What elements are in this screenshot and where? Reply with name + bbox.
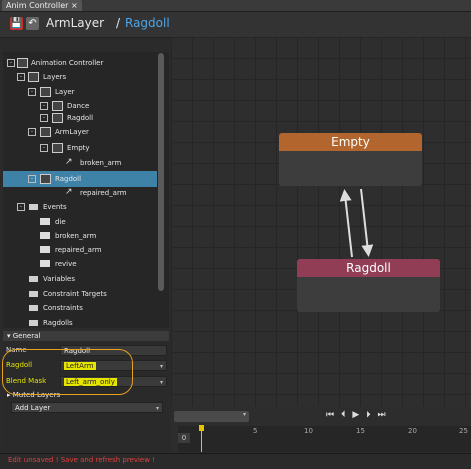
dropdown-arrow-icon: ▾	[159, 363, 163, 370]
event-icon	[40, 232, 50, 239]
tree-label: Constraints	[43, 304, 83, 312]
collapse-toggle-icon[interactable]: -	[7, 59, 15, 67]
transition-arrow-icon: ↗	[65, 187, 73, 197]
tick-label: 10	[304, 427, 313, 435]
transition-arrow-up[interactable]	[339, 189, 353, 258]
tab-bar: Anim Controller ×	[0, 0, 471, 12]
layers-icon	[28, 72, 39, 82]
collapse-toggle-icon[interactable]: -	[28, 88, 36, 96]
collapse-toggle-icon[interactable]: -	[28, 175, 36, 183]
event-icon	[40, 246, 50, 253]
collapse-toggle-icon[interactable]: -	[17, 203, 25, 211]
frame-start: 0	[178, 433, 190, 443]
collapse-toggle-icon[interactable]: -	[40, 114, 48, 122]
tree-label: revive	[55, 260, 77, 268]
tree-label: Empty	[67, 144, 90, 152]
tick-label: 25	[459, 427, 468, 435]
playhead[interactable]	[201, 426, 202, 452]
tree-item-armlayer[interactable]: - ArmLayer	[3, 124, 158, 140]
tick-label: 20	[408, 427, 417, 435]
collapse-arrow-icon: ▾	[7, 332, 11, 340]
collapse-toggle-icon[interactable]: -	[40, 144, 48, 152]
transition-arrow-icon: ↗	[65, 157, 73, 167]
layer-icon	[40, 127, 51, 137]
tree-scrollbar[interactable]	[158, 53, 164, 291]
folder-icon	[29, 320, 38, 326]
status-message: Edit unsaved ! Save and refresh preview …	[8, 456, 155, 464]
section-title: General	[12, 332, 41, 340]
hierarchy-tree: - Animation Controller - Layers - Layer …	[3, 52, 169, 328]
folder-icon	[29, 276, 38, 282]
highlight-annotation	[2, 349, 133, 395]
transition-arrows	[339, 188, 374, 258]
undo-icon[interactable]: ↶	[26, 17, 39, 30]
tick-label: 15	[356, 427, 365, 435]
general-section-header[interactable]: ▾ General	[3, 331, 169, 341]
layer-icon	[40, 87, 51, 97]
folder-icon	[29, 204, 38, 210]
tree-item-broken-arm-transition[interactable]: ↗ broken_arm	[3, 155, 158, 171]
add-layer-dropdown[interactable]: Add Layer ▾	[11, 402, 163, 413]
tab-anim-controller[interactable]: Anim Controller ×	[2, 0, 82, 11]
collapse-toggle-icon[interactable]: -	[28, 128, 36, 136]
tree-label: Variables	[43, 275, 75, 283]
state-icon	[52, 143, 63, 153]
tree-item-ragdolls[interactable]: Ragdolls	[3, 315, 158, 328]
breadcrumb-parent[interactable]: ArmLayer	[46, 16, 104, 30]
tree-label: broken_arm	[80, 159, 122, 167]
tree-item-variables[interactable]: Variables	[3, 271, 158, 287]
event-icon	[40, 218, 50, 225]
header: 💾 ↶ ArmLayer / Ragdoll	[0, 12, 471, 38]
tree-item-events[interactable]: - Events	[3, 199, 158, 215]
tree-item-empty[interactable]: - Empty	[3, 140, 158, 156]
playback-controls[interactable]: ⏮ ⏴ ▶ ⏵ ⏭	[326, 410, 388, 420]
tree-item-event-revive[interactable]: revive	[3, 256, 158, 272]
dropdown-arrow-icon: ▾	[159, 379, 163, 386]
controller-icon	[17, 58, 28, 68]
ragdoll-state-icon	[40, 174, 51, 184]
tree-item-constraints[interactable]: Constraints	[3, 300, 158, 316]
tree-label: Layers	[43, 73, 67, 81]
ragdoll-state-icon	[52, 113, 63, 123]
tree-label: ArmLayer	[55, 128, 89, 136]
animation-select[interactable]: ▾	[174, 411, 249, 422]
dropdown-arrow-icon: ▾	[155, 405, 159, 412]
tree-item-layers[interactable]: - Layers	[3, 69, 158, 85]
collapse-toggle-icon[interactable]: -	[17, 73, 25, 81]
folder-icon	[29, 291, 38, 297]
tree-label: Events	[43, 203, 67, 211]
tick-label: 5	[253, 427, 258, 435]
save-icon[interactable]: 💾	[10, 17, 23, 30]
collapse-toggle-icon[interactable]: -	[40, 102, 48, 110]
breadcrumb-current[interactable]: Ragdoll	[125, 16, 170, 30]
timeline-ruler[interactable]: 5 10 15 20 25	[178, 426, 471, 452]
state-graph-canvas[interactable]: Empty Ragdoll	[171, 37, 471, 406]
event-icon	[40, 260, 50, 267]
breadcrumb-separator: /	[116, 16, 121, 30]
tab-title: Anim Controller	[6, 1, 69, 10]
close-icon[interactable]: ×	[71, 1, 78, 10]
add-layer-label: Add Layer	[15, 404, 51, 412]
tree-label: Ragdolls	[43, 319, 73, 327]
transition-arrow-down[interactable]	[360, 188, 374, 257]
dropdown-arrow-icon: ▾	[242, 411, 246, 418]
status-bar: Edit unsaved ! Save and refresh preview …	[0, 453, 471, 469]
folder-icon	[29, 305, 38, 311]
